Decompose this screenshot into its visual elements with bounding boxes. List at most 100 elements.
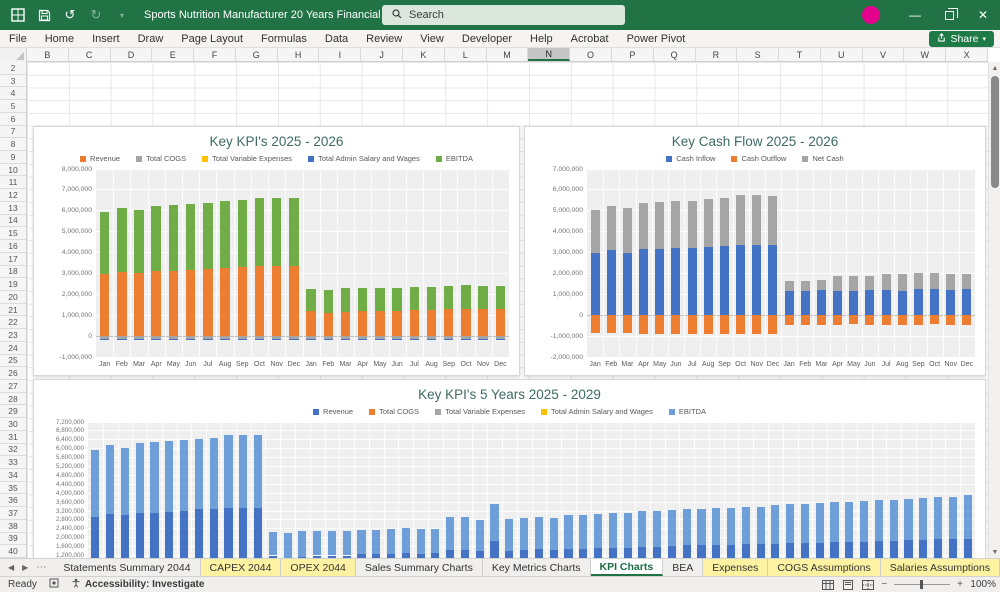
column-header-D[interactable]: D bbox=[111, 48, 153, 61]
share-button[interactable]: Share ▾ bbox=[929, 31, 994, 47]
sheet-tab-salaries-assumptions[interactable]: Salaries Assumptions bbox=[881, 559, 1000, 576]
zoom-slider-thumb[interactable] bbox=[920, 580, 923, 589]
sheet-tab-kpi-charts[interactable]: KPI Charts bbox=[591, 559, 664, 576]
row-header-31[interactable]: 31 bbox=[0, 431, 26, 444]
ribbon-tab-insert[interactable]: Insert bbox=[83, 30, 129, 48]
row-header-22[interactable]: 22 bbox=[0, 316, 26, 329]
column-header-U[interactable]: U bbox=[821, 48, 863, 61]
row-header-14[interactable]: 14 bbox=[0, 215, 26, 228]
zoom-level[interactable]: 100% bbox=[970, 579, 996, 590]
column-header-L[interactable]: L bbox=[445, 48, 487, 61]
column-header-F[interactable]: F bbox=[194, 48, 236, 61]
sheet-tab-expenses[interactable]: Expenses bbox=[703, 559, 768, 576]
sheet-tab-key-metrics-charts[interactable]: Key Metrics Charts bbox=[483, 559, 591, 576]
macro-record-icon[interactable] bbox=[49, 578, 59, 591]
row-header-7[interactable]: 7 bbox=[0, 126, 26, 139]
row-header-4[interactable]: 4 bbox=[0, 87, 26, 100]
restore-button[interactable] bbox=[932, 0, 966, 30]
row-header-35[interactable]: 35 bbox=[0, 482, 26, 495]
page-break-view-icon[interactable] bbox=[861, 579, 874, 590]
row-header-39[interactable]: 39 bbox=[0, 533, 26, 546]
user-avatar[interactable] bbox=[862, 6, 880, 24]
ribbon-tab-help[interactable]: Help bbox=[521, 30, 562, 48]
ribbon-tab-acrobat[interactable]: Acrobat bbox=[562, 30, 618, 48]
ribbon-tab-file[interactable]: File bbox=[0, 30, 36, 48]
row-header-8[interactable]: 8 bbox=[0, 138, 26, 151]
page-layout-view-icon[interactable] bbox=[841, 579, 854, 590]
column-header-J[interactable]: J bbox=[361, 48, 403, 61]
ribbon-tab-power-pivot[interactable]: Power Pivot bbox=[618, 30, 695, 48]
sheet-tab-opex-2044[interactable]: OPEX 2044 bbox=[281, 559, 355, 576]
vertical-scroll-thumb[interactable] bbox=[991, 76, 999, 188]
column-header-H[interactable]: H bbox=[278, 48, 320, 61]
row-header-38[interactable]: 38 bbox=[0, 520, 26, 533]
column-header-Q[interactable]: Q bbox=[654, 48, 696, 61]
column-header-C[interactable]: C bbox=[69, 48, 111, 61]
undo-icon[interactable]: ↺ bbox=[62, 7, 78, 23]
ribbon-tab-draw[interactable]: Draw bbox=[129, 30, 173, 48]
zoom-in-icon[interactable]: + bbox=[957, 579, 963, 590]
sheet-list-icon[interactable]: ⋯ bbox=[36, 562, 46, 573]
sheet-tab-statements-summary-2044[interactable]: Statements Summary 2044 bbox=[54, 559, 200, 576]
scroll-down-icon[interactable]: ▼ bbox=[989, 546, 1000, 558]
ribbon-tab-developer[interactable]: Developer bbox=[453, 30, 521, 48]
row-header-15[interactable]: 15 bbox=[0, 227, 26, 240]
row-header-17[interactable]: 17 bbox=[0, 253, 26, 266]
row-header-10[interactable]: 10 bbox=[0, 164, 26, 177]
ribbon-tab-home[interactable]: Home bbox=[36, 30, 83, 48]
row-header-19[interactable]: 19 bbox=[0, 278, 26, 291]
normal-view-icon[interactable] bbox=[821, 579, 834, 590]
ribbon-tab-review[interactable]: Review bbox=[357, 30, 411, 48]
customize-qat-icon[interactable]: ▾ bbox=[114, 7, 130, 23]
ribbon-tab-page-layout[interactable]: Page Layout bbox=[172, 30, 252, 48]
column-header-T[interactable]: T bbox=[779, 48, 821, 61]
row-header-20[interactable]: 20 bbox=[0, 291, 26, 304]
row-header-3[interactable]: 3 bbox=[0, 75, 26, 88]
row-header-28[interactable]: 28 bbox=[0, 393, 26, 406]
sheet-tab-sales-summary-charts[interactable]: Sales Summary Charts bbox=[356, 559, 483, 576]
column-header-E[interactable]: E bbox=[152, 48, 194, 61]
accessibility-status[interactable]: Accessibility: Investigate bbox=[71, 578, 205, 591]
chart-key-kpis-2025-2026[interactable]: Key KPI's 2025 - 2026RevenueTotal COGSTo… bbox=[33, 126, 520, 376]
column-header-G[interactable]: G bbox=[236, 48, 278, 61]
row-header-26[interactable]: 26 bbox=[0, 367, 26, 380]
row-header-24[interactable]: 24 bbox=[0, 342, 26, 355]
sheet-tab-capex-2044[interactable]: CAPEX 2044 bbox=[201, 559, 282, 576]
row-header-30[interactable]: 30 bbox=[0, 418, 26, 431]
row-header-11[interactable]: 11 bbox=[0, 176, 26, 189]
row-header-9[interactable]: 9 bbox=[0, 151, 26, 164]
row-header-32[interactable]: 32 bbox=[0, 444, 26, 457]
zoom-slider[interactable] bbox=[894, 584, 950, 585]
column-header-V[interactable]: V bbox=[863, 48, 905, 61]
column-header-B[interactable]: B bbox=[27, 48, 69, 61]
column-header-X[interactable]: X bbox=[946, 48, 988, 61]
row-header-34[interactable]: 34 bbox=[0, 469, 26, 482]
row-header-36[interactable]: 36 bbox=[0, 494, 26, 507]
vertical-scrollbar[interactable]: ▲ ▼ bbox=[988, 62, 1000, 558]
column-header-O[interactable]: O bbox=[570, 48, 612, 61]
ribbon-tab-view[interactable]: View bbox=[411, 30, 453, 48]
zoom-out-icon[interactable]: − bbox=[881, 579, 887, 590]
row-header-2[interactable]: 2 bbox=[0, 62, 26, 75]
search-box[interactable]: Search bbox=[382, 5, 625, 25]
column-header-S[interactable]: S bbox=[737, 48, 779, 61]
scroll-up-icon[interactable]: ▲ bbox=[989, 62, 1000, 74]
column-header-M[interactable]: M bbox=[487, 48, 529, 61]
ribbon-tab-formulas[interactable]: Formulas bbox=[252, 30, 316, 48]
select-all-corner[interactable] bbox=[0, 48, 27, 62]
close-button[interactable]: ✕ bbox=[966, 0, 1000, 30]
row-header-5[interactable]: 5 bbox=[0, 100, 26, 113]
sheet-tab-bea[interactable]: BEA bbox=[663, 559, 703, 576]
save-icon[interactable] bbox=[36, 7, 52, 23]
sheet-prev-icon[interactable]: ◀ bbox=[8, 563, 14, 572]
excel-app-icon[interactable] bbox=[10, 7, 26, 23]
row-header-13[interactable]: 13 bbox=[0, 202, 26, 215]
row-header-18[interactable]: 18 bbox=[0, 266, 26, 279]
row-header-27[interactable]: 27 bbox=[0, 380, 26, 393]
row-header-6[interactable]: 6 bbox=[0, 113, 26, 126]
row-header-16[interactable]: 16 bbox=[0, 240, 26, 253]
redo-icon[interactable]: ↻ bbox=[88, 7, 104, 23]
column-header-N[interactable]: N bbox=[528, 48, 570, 61]
worksheet-grid[interactable]: 2345678910111213141516171819202122232425… bbox=[0, 62, 988, 558]
sheet-next-icon[interactable]: ▶ bbox=[22, 563, 28, 572]
